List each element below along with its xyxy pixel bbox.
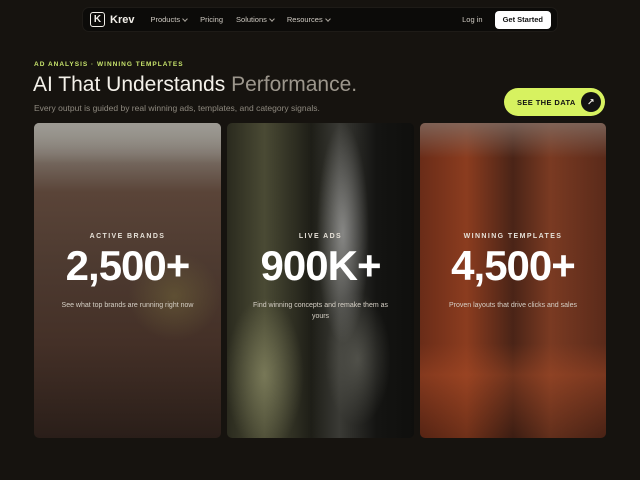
see-the-data-label: SEE THE DATA <box>517 97 576 107</box>
nav-resources-label: Resources <box>286 15 323 24</box>
chevron-down-icon <box>324 15 331 22</box>
nav-products[interactable]: Products <box>150 15 188 24</box>
nav-solutions-label: Solutions <box>236 15 267 24</box>
get-started-button[interactable]: Get Started <box>494 10 551 29</box>
nav-links: Products Pricing Solutions Resources <box>150 15 331 24</box>
login-link[interactable]: Log in <box>462 15 482 24</box>
nav-pricing[interactable]: Pricing <box>200 15 223 24</box>
chevron-down-icon <box>182 15 188 22</box>
nav-products-label: Products <box>150 15 181 24</box>
stat-value: 900K+ <box>260 242 382 289</box>
arrow-up-right-icon: ↗ <box>581 92 601 112</box>
top-nav: K Krev Products Pricing Solutions Resour… <box>82 7 558 32</box>
nav-pricing-label: Pricing <box>200 15 224 24</box>
stat-value: 4,500+ <box>451 242 576 289</box>
hero-subline: Every output is guided by real winning a… <box>34 103 320 113</box>
stat-card-brands: ACTIVE BRANDS 2,500+ See what top brands… <box>34 123 221 438</box>
logo[interactable]: K Krev <box>90 12 134 27</box>
nav-actions: Log in Get Started <box>462 10 551 29</box>
chevron-down-icon <box>269 15 275 22</box>
stat-description: Find winning concepts and remake them as… <box>252 302 389 320</box>
headline-main: AI That Understands <box>33 73 232 96</box>
headline-muted: Performance. <box>231 73 358 96</box>
stat-card-content: ACTIVE BRANDS 2,500+ See what top brands… <box>34 233 221 312</box>
stat-card-content: WINNING TEMPLATES 4,500+ Proven layouts … <box>420 233 606 312</box>
logo-mark-icon: K <box>90 12 105 27</box>
stat-label: WINNING TEMPLATES <box>463 233 563 240</box>
hero-eyebrow: AD ANALYSIS · WINNING TEMPLATES <box>34 61 184 68</box>
stat-value: 2,500+ <box>65 242 191 289</box>
stat-card-templates: WINNING TEMPLATES 4,500+ Proven layouts … <box>420 123 606 438</box>
stat-description: See what top brands are running right no… <box>61 302 194 309</box>
stat-label: ACTIVE BRANDS <box>89 233 166 240</box>
stat-card-content: LIVE ADS 900K+ Find winning concepts and… <box>227 233 414 323</box>
hero-headline: AI That Understands Performance. <box>33 73 357 97</box>
stat-description: Proven layouts that drive clicks and sal… <box>448 302 577 309</box>
nav-solutions[interactable]: Solutions <box>236 15 275 24</box>
stat-card-ads: LIVE ADS 900K+ Find winning concepts and… <box>227 123 414 438</box>
stat-label: LIVE ADS <box>298 233 343 240</box>
brand-name: Krev <box>110 13 135 26</box>
nav-resources[interactable]: Resources <box>286 15 331 24</box>
see-the-data-button[interactable]: SEE THE DATA ↗ <box>504 88 605 116</box>
page: K Krev Products Pricing Solutions Resour… <box>0 0 640 480</box>
